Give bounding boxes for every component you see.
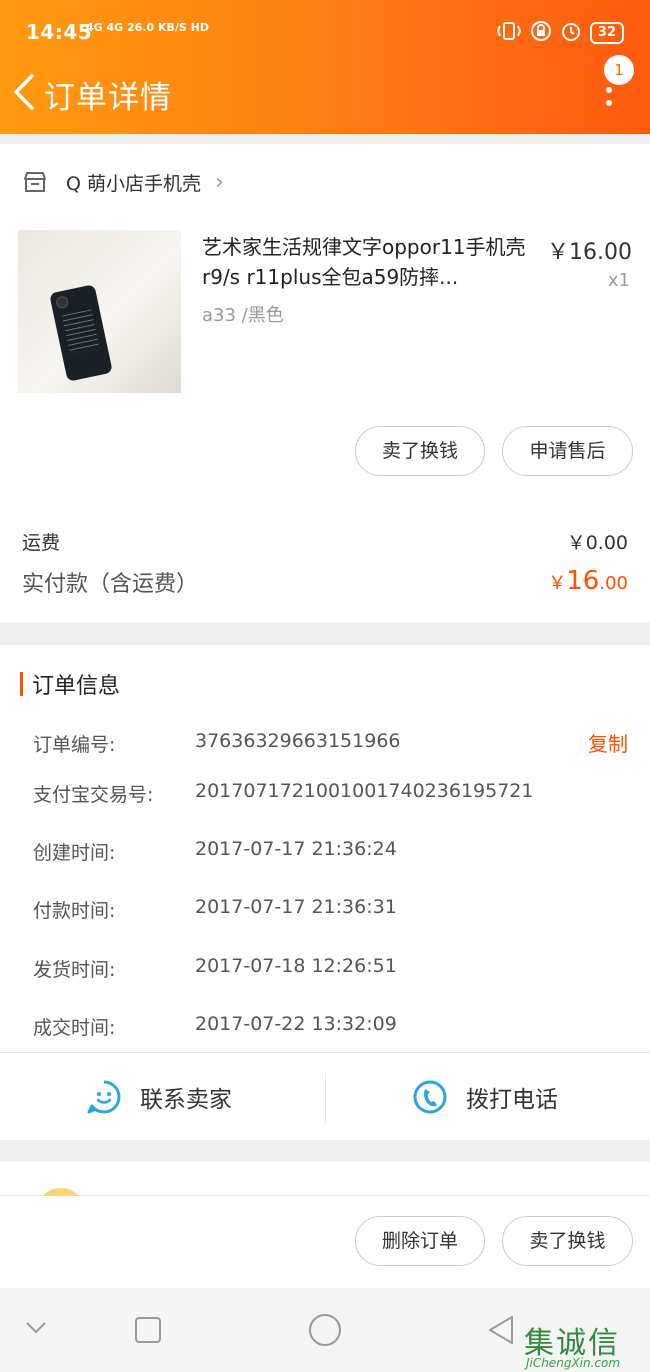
total-label: 实付款（含运费） <box>22 572 199 597</box>
product-price: ￥16.00 <box>547 240 632 265</box>
phone-icon <box>413 1080 447 1114</box>
paid-time-label: 付款时间: <box>33 900 116 922</box>
call-phone-button[interactable]: 拨打电话 <box>412 1053 558 1141</box>
order-info-title: 订单信息 <box>32 674 121 699</box>
product-sku: a33 /黑色 <box>202 305 284 326</box>
resell-bottom-button[interactable]: 卖了换钱 <box>502 1216 633 1266</box>
phone-case-picture <box>49 284 113 382</box>
product-title[interactable]: 艺术家生活规律文字oppor11手机壳r9/s r11plus全包a59防摔..… <box>202 232 530 292</box>
created-time-value: 2017-07-17 21:36:24 <box>195 838 397 860</box>
battery-indicator: 32 <box>589 22 624 44</box>
total-currency: ￥ <box>548 573 567 594</box>
order-number-label: 订单编号: <box>33 734 116 756</box>
created-time-label: 创建时间: <box>33 842 116 864</box>
home-icon[interactable] <box>308 1313 342 1347</box>
lock-rotation-icon <box>530 20 552 46</box>
order-number-value: 37636329663151966 <box>195 730 401 752</box>
contact-seller-label: 联系卖家 <box>140 1087 232 1113</box>
recommend-card <box>0 1162 650 1238</box>
watermark-logo: 集诚信 JiChengXin.com <box>524 1318 644 1372</box>
after-sale-button[interactable]: 申请售后 <box>502 426 633 476</box>
chevron-right-icon: › <box>215 169 224 195</box>
network-indicator: 4G 4G 26.0 KB/S HD <box>86 21 210 34</box>
status-icons: 32 <box>496 20 624 46</box>
total-integer: 16 <box>566 566 600 596</box>
total-decimal: .00 <box>599 573 628 594</box>
shipping-label: 运费 <box>22 532 61 554</box>
shipped-time-value: 2017-07-18 12:26:51 <box>195 955 397 977</box>
call-phone-label: 拨打电话 <box>466 1087 558 1113</box>
more-dot-icon <box>606 87 612 93</box>
completed-time-value: 2017-07-22 13:32:09 <box>195 1013 397 1035</box>
page-title: 订单详情 <box>44 80 172 116</box>
product-quantity: x1 <box>607 270 630 291</box>
delete-order-button[interactable]: 删除订单 <box>355 1216 485 1266</box>
notification-badge[interactable]: 1 <box>604 55 634 85</box>
alipay-trade-label: 支付宝交易号: <box>33 784 154 806</box>
contact-bar: 联系卖家 拨打电话 <box>0 1052 650 1140</box>
back-triangle-icon[interactable] <box>486 1314 516 1346</box>
app-header: 14:45 4G 4G 26.0 KB/S HD 32 订单详情 1 <box>0 0 650 134</box>
chevron-down-icon[interactable] <box>24 1320 48 1336</box>
resell-button[interactable]: 卖了换钱 <box>355 426 485 476</box>
store-icon <box>24 172 46 192</box>
back-arrow-icon <box>14 74 34 110</box>
total-value: ￥16.00 <box>548 566 628 596</box>
alipay-trade-value: 2017071721001001740236195721 <box>195 780 534 802</box>
watermark-sub: JiChengXin.com <box>526 1356 621 1370</box>
shipping-value: ￥0.00 <box>566 532 628 554</box>
product-image[interactable] <box>18 230 181 393</box>
alarm-icon <box>560 20 582 46</box>
status-time: 14:45 <box>26 20 93 44</box>
copy-order-number-button[interactable]: 复制 <box>588 728 628 757</box>
back-button[interactable] <box>8 68 48 116</box>
shop-link[interactable]: Q 萌小店手机壳 › <box>22 167 224 197</box>
status-bar: 14:45 4G 4G 26.0 KB/S HD 32 <box>0 0 650 66</box>
more-dot-icon <box>606 100 612 106</box>
shop-name: Q 萌小店手机壳 <box>66 172 201 195</box>
recent-apps-icon[interactable] <box>134 1316 162 1344</box>
paid-time-value: 2017-07-17 21:36:31 <box>195 896 397 918</box>
completed-time-label: 成交时间: <box>33 1017 116 1039</box>
chat-smile-icon <box>87 1080 121 1114</box>
contact-divider <box>325 1073 326 1123</box>
vibrate-icon <box>496 20 522 46</box>
shipped-time-label: 发货时间: <box>33 959 116 981</box>
section-accent-bar <box>20 672 23 696</box>
contact-seller-button[interactable]: 联系卖家 <box>86 1053 232 1141</box>
